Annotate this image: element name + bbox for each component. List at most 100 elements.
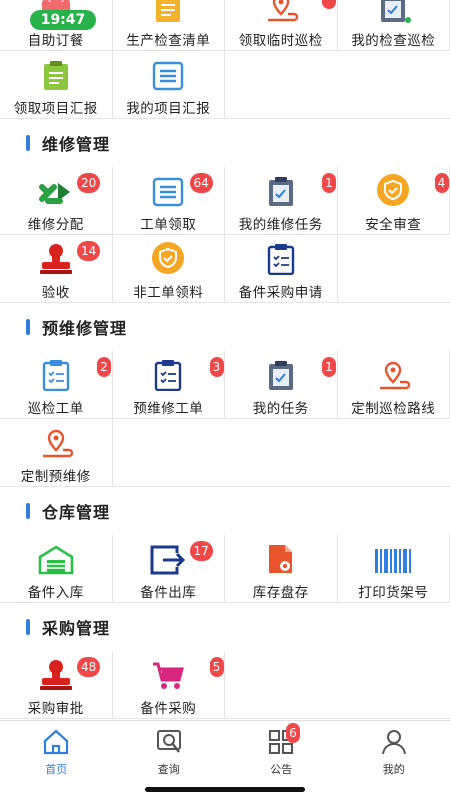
menu-item[interactable]: 备件采购申请 <box>225 235 338 302</box>
menu-item-label: 备件入库 <box>27 585 84 601</box>
count-badge: 14 <box>77 241 101 261</box>
route-pin-icon <box>37 419 75 459</box>
menu-item-label: 打印货架号 <box>358 585 429 601</box>
menu-item-label: 巡检工单 <box>27 401 84 417</box>
menu-item[interactable]: 打印货架号 <box>338 535 450 602</box>
menu-item[interactable]: 定制巡检路线 <box>338 351 450 418</box>
count-badge: 2 <box>97 357 111 377</box>
menu-item[interactable]: 库存盘存 <box>225 535 338 602</box>
status-time: 19:47 <box>30 10 96 30</box>
route-pin-icon <box>374 351 412 391</box>
clipboard-list-green-icon <box>42 51 70 91</box>
shopping-cart-icon <box>151 651 185 691</box>
clipboard-check-icon <box>266 167 296 207</box>
export-icon <box>149 535 187 575</box>
count-badge: 64 <box>189 173 213 193</box>
menu-item[interactable]: 备件出库 17 <box>113 535 225 602</box>
section-marker <box>26 135 30 151</box>
section-title: 维修管理 <box>42 135 111 154</box>
stamp-icon <box>38 235 74 275</box>
document-list-icon <box>152 167 184 207</box>
tab-label: 查询 <box>157 763 180 776</box>
menu-item[interactable]: 备件采购 5 <box>113 651 225 718</box>
clipboard-check-icon <box>378 0 408 23</box>
menu-item-label: 定制巡检路线 <box>351 401 436 417</box>
tab-label: 首页 <box>45 763 68 776</box>
menu-item-label: 我的任务 <box>252 401 309 417</box>
menu-item[interactable]: 备件入库 <box>0 535 113 602</box>
menu-item[interactable]: 生产检查清单 <box>113 0 225 50</box>
menu-item[interactable]: 验收 14 <box>0 235 113 302</box>
section-marker <box>26 503 30 519</box>
menu-item-label: 我的项目汇报 <box>126 101 211 117</box>
menu-item[interactable]: 非工单领料 <box>113 235 225 302</box>
menu-item-label: 领取临时巡检 <box>238 33 323 49</box>
menu-grid-row: 定制预维修 <box>0 419 450 487</box>
section-title: 仓库管理 <box>42 503 111 522</box>
menu-item[interactable]: 维修分配 20 <box>0 167 113 234</box>
menu-item[interactable]: 我的检查巡检 <box>338 0 450 50</box>
menu-content: 自助订餐 生产检查清单 领取临时巡检 我的检查巡检领取项目汇报 我的项目汇报维修管理维修… <box>0 0 450 719</box>
menu-item[interactable]: 领取临时巡检 <box>225 0 338 50</box>
menu-item-label: 定制预维修 <box>20 469 91 485</box>
tab-user[interactable]: 我的 <box>338 721 450 800</box>
menu-grid-row: 巡检工单 2 预维修工单 3 我的任务 1 定制巡检路线 <box>0 351 450 419</box>
section-header: 仓库管理 <box>0 487 450 535</box>
menu-item-label: 非工单领料 <box>133 285 204 301</box>
menu-item-label: 备件采购 <box>140 701 197 717</box>
home-icon <box>42 729 70 759</box>
menu-item-label: 我的检查巡检 <box>351 33 436 49</box>
menu-item-label: 我的维修任务 <box>238 217 323 233</box>
document-list-icon <box>152 51 184 91</box>
menu-item[interactable]: 安全审查 4 <box>338 167 450 234</box>
menu-item[interactable]: 我的维修任务 1 <box>225 167 338 234</box>
section-header: 采购管理 <box>0 603 450 651</box>
section-marker <box>26 319 30 335</box>
menu-item-label: 工单领取 <box>140 217 197 233</box>
count-badge: 17 <box>189 541 213 561</box>
count-badge: 3 <box>209 357 224 377</box>
section-title: 预维修管理 <box>42 319 128 338</box>
menu-item-label: 自助订餐 <box>27 33 84 49</box>
section-header: 维修管理 <box>0 119 450 167</box>
menu-item[interactable]: 采购审批 48 <box>0 651 113 718</box>
shield-check-icon <box>375 167 411 207</box>
count-badge: 1 <box>322 173 336 193</box>
menu-grid-row: 验收 14 非工单领料 备件采购申请 <box>0 235 450 303</box>
distribute-arrows-icon <box>38 167 74 207</box>
menu-item[interactable]: 我的项目汇报 <box>113 51 225 118</box>
menu-item[interactable]: 预维修工单 3 <box>113 351 225 418</box>
tab-home[interactable]: 首页 <box>0 721 113 800</box>
checklist-icon <box>154 0 182 23</box>
section-header: 预维修管理 <box>0 303 450 351</box>
count-badge: 4 <box>434 173 449 193</box>
search-icon <box>156 729 182 759</box>
menu-item[interactable]: 我的任务 1 <box>225 351 338 418</box>
menu-item-label: 维修分配 <box>27 217 84 233</box>
menu-item-label: 安全审查 <box>365 217 422 233</box>
count-badge: 6 <box>286 723 300 743</box>
menu-item[interactable]: 巡检工单 2 <box>0 351 113 418</box>
menu-grid-row: 领取项目汇报 我的项目汇报 <box>0 51 450 119</box>
clipboard-list-blue-icon <box>41 351 71 391</box>
menu-item-label: 生产检查清单 <box>126 33 211 49</box>
count-badge: 5 <box>209 657 224 677</box>
home-indicator <box>145 787 305 792</box>
tab-label: 我的 <box>382 763 405 776</box>
menu-item-label: 预维修工单 <box>133 401 204 417</box>
menu-item[interactable]: 定制预维修 <box>0 419 113 486</box>
warehouse-icon <box>38 535 74 575</box>
barcode-icon <box>374 535 412 575</box>
menu-grid-row: 维修分配 20 工单领取 64 我的维修任务 1 安全审查 4 <box>0 167 450 235</box>
menu-item-label: 验收 <box>41 285 70 301</box>
status-indicator <box>405 17 411 23</box>
route-pin-icon <box>262 0 300 23</box>
menu-item-label: 采购审批 <box>27 701 84 717</box>
count-badge <box>322 0 336 9</box>
menu-item-label: 领取项目汇报 <box>13 101 98 117</box>
menu-item-label: 库存盘存 <box>252 585 309 601</box>
count-badge: 20 <box>77 173 101 193</box>
menu-item[interactable]: 领取项目汇报 <box>0 51 113 118</box>
menu-item[interactable]: 工单领取 64 <box>113 167 225 234</box>
count-badge: 48 <box>77 657 101 677</box>
